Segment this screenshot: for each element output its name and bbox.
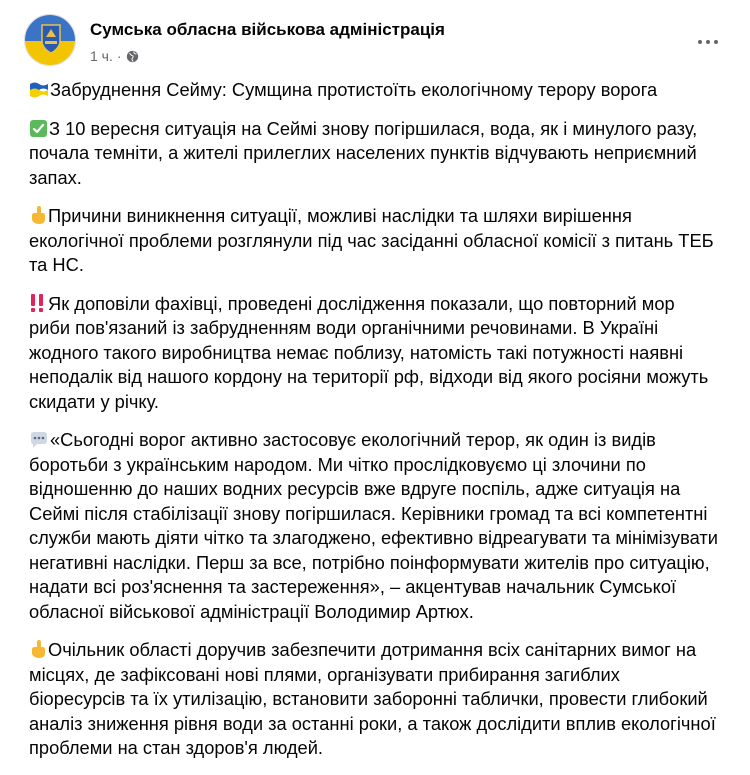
more-dot <box>714 40 718 44</box>
double-exclamation-icon <box>31 293 43 312</box>
paragraph-2: Причини виникнення ситуації, можливі нас… <box>29 204 719 278</box>
paragraph-3: Як доповіли фахівці, проведені досліджен… <box>29 292 719 415</box>
meta-separator: · <box>116 48 122 64</box>
coat-of-arms-icon <box>25 15 75 65</box>
post-meta: 1 ч. · <box>90 48 139 64</box>
paragraph-text: Причини виникнення ситуації, можливі нас… <box>29 205 714 275</box>
more-options-button[interactable] <box>690 24 726 60</box>
check-mark-icon <box>30 119 47 137</box>
paragraph-4: «Сьогодні ворог активно застосовує еколо… <box>29 428 719 624</box>
post-header: Сумська обласна військова адміністрація … <box>24 14 724 66</box>
paragraph-text: «Сьогодні ворог активно застосовує еколо… <box>29 429 718 622</box>
speech-bubble-icon <box>31 432 47 448</box>
more-dot <box>706 40 710 44</box>
page-avatar[interactable] <box>24 14 76 66</box>
more-dots-icon <box>698 40 702 44</box>
ukraine-flag-icon <box>30 82 48 98</box>
post-title: Забруднення Сейму: Сумщина протистоїть е… <box>29 78 719 103</box>
page-name-link[interactable]: Сумська обласна військова адміністрація <box>90 20 445 40</box>
paragraph-5: Очільник області доручив забезпечити дот… <box>29 638 719 761</box>
paragraph-1: З 10 вересня ситуація на Сеймі знову пог… <box>29 117 719 191</box>
pointing-up-icon <box>32 640 45 658</box>
paragraph-text: Очільник області доручив забезпечити дот… <box>29 639 716 758</box>
globe-icon[interactable] <box>126 50 139 63</box>
paragraph-text: З 10 вересня ситуація на Сеймі знову пог… <box>29 117 698 188</box>
pointing-up-icon <box>32 206 45 224</box>
paragraph-text: Як доповіли фахівці, проведені досліджен… <box>29 292 709 412</box>
title-text: Забруднення Сейму: Сумщина протистоїть е… <box>50 79 658 100</box>
post-body: Забруднення Сейму: Сумщина протистоїть е… <box>29 78 719 775</box>
post-time-link[interactable]: 1 ч. <box>90 48 113 64</box>
facebook-post: Сумська обласна військова адміністрація … <box>0 0 750 758</box>
